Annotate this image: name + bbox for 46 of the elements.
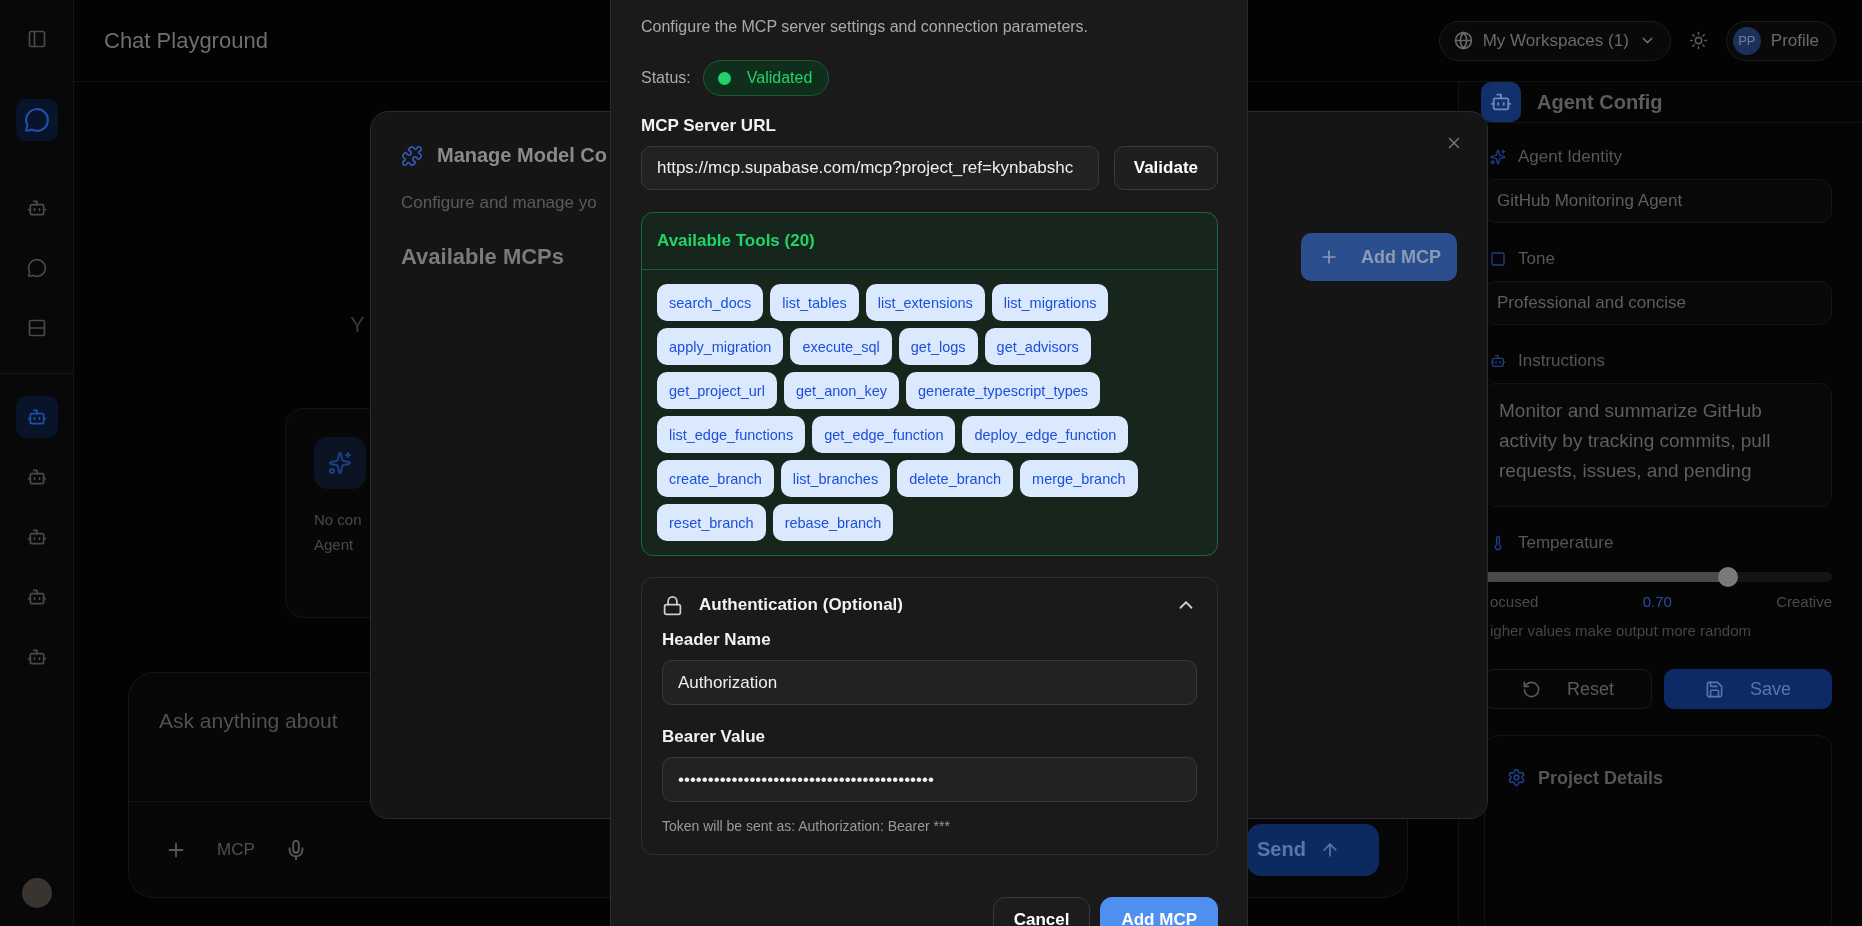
tool-tag: get_edge_function — [812, 416, 956, 453]
field-label: Temperature — [1518, 533, 1614, 553]
tool-tag: reset_branch — [657, 504, 766, 541]
tool-tag: list_branches — [780, 460, 891, 497]
token-hint: Token will be sent as: Authorization: Bearer *** — [662, 818, 951, 834]
profile-avatar: PP — [1732, 26, 1761, 55]
slider-min-label: ocused — [1490, 593, 1539, 610]
tool-tag: merge_branch — [1020, 460, 1138, 497]
section-title: Available MCPs — [401, 244, 565, 270]
slider-max-label: Creative — [1776, 593, 1832, 610]
status-badge: Validated — [702, 60, 830, 96]
field-label: Instructions — [1518, 351, 1605, 371]
field-label: Agent Identity — [1518, 147, 1622, 167]
tool-tag: rebase_branch — [772, 504, 894, 541]
field-label: Tone — [1518, 249, 1555, 269]
status-label: Status: — [641, 69, 691, 87]
modal-title: Manage Model Co — [437, 144, 607, 167]
tool-tag: list_edge_functions — [657, 416, 806, 453]
tool-tag: get_logs — [898, 328, 978, 365]
tool-tag: list_migrations — [991, 284, 1109, 321]
field-label: Header Name — [662, 630, 772, 650]
tools-title: Available Tools (20) — [642, 213, 1217, 270]
tool-tag: get_anon_key — [783, 372, 900, 409]
field-label: Bearer Value — [662, 727, 766, 747]
tool-tag: list_extensions — [865, 284, 985, 321]
tool-tag: delete_branch — [897, 460, 1014, 497]
section-title: Authentication (Optional) — [699, 595, 903, 615]
slider-hint: igher values make output more random — [1490, 622, 1752, 639]
tool-tag: search_docs — [657, 284, 764, 321]
tool-tag: create_branch — [657, 460, 774, 497]
modal-subtitle: Configure and manage yo — [401, 193, 598, 213]
tool-tag: execute_sql — [790, 328, 892, 365]
card-title: Project Details — [1538, 768, 1664, 789]
empty-state-text: Agent — [314, 535, 355, 555]
field-label: MCP Server URL — [641, 116, 777, 136]
panel-title: Agent Config — [1537, 90, 1663, 114]
empty-state-text: No con — [314, 510, 363, 530]
tool-tag: get_advisors — [984, 328, 1091, 365]
tool-tag: get_project_url — [657, 372, 777, 409]
tool-tag: apply_migration — [657, 328, 784, 365]
dialog-subtitle: Configure the MCP server settings and connection parameters. — [641, 18, 1090, 36]
tool-tag: generate_typescript_types — [906, 372, 1101, 409]
page-title: Chat Playground — [104, 27, 268, 54]
tool-tag: deploy_edge_function — [962, 416, 1129, 453]
tool-tag: list_tables — [770, 284, 859, 321]
slider-value: 0.70 — [1642, 593, 1672, 610]
